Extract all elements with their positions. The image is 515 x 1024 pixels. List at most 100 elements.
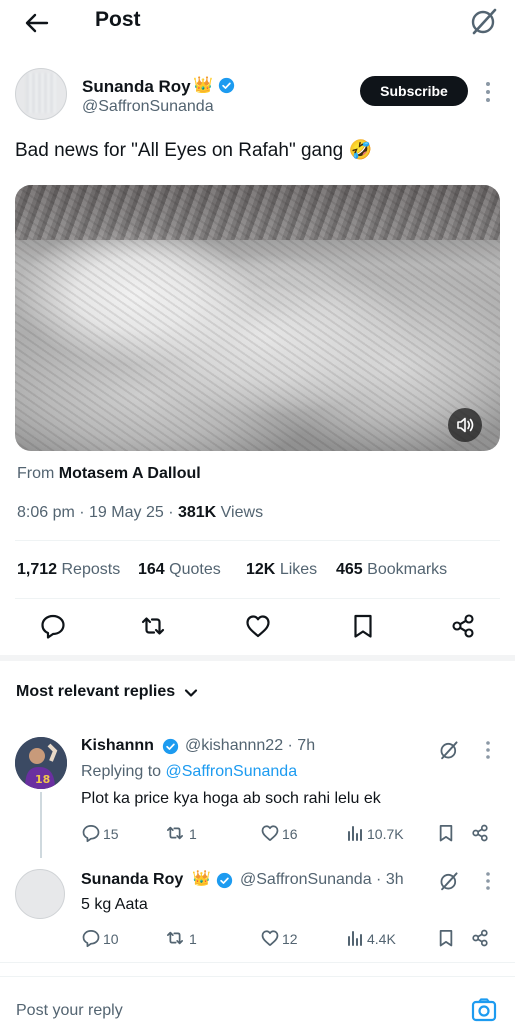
reply-author-name[interactable]: Sunanda Roy (81, 871, 183, 889)
repost-button[interactable] (139, 612, 167, 640)
analytics-icon (348, 931, 362, 946)
repost-icon (141, 617, 165, 635)
reposts-count: 1,712 (17, 561, 58, 578)
reply-button[interactable] (39, 612, 67, 640)
bookmark-button[interactable] (436, 928, 456, 948)
bookmarks-label: Bookmarks (367, 561, 448, 578)
video-texture (15, 185, 500, 451)
bookmark-icon (439, 824, 453, 842)
from-prefix: From (17, 465, 55, 482)
reply-input[interactable]: Post your reply (16, 1002, 123, 1020)
more-options-button[interactable] (484, 740, 492, 760)
crown-badge: 👑 (193, 77, 213, 94)
like-button[interactable] (244, 612, 272, 640)
reposts-stat[interactable]: 1,712 Reposts (17, 561, 120, 579)
grok-button[interactable] (438, 870, 460, 892)
replying-to: Replying to @SaffronSunanda (81, 763, 297, 781)
reply-text: 5 kg Aata (81, 896, 148, 913)
quotes-stat[interactable]: 164 Quotes (138, 561, 221, 579)
grok-button[interactable] (468, 5, 500, 37)
avatar-image: 18 (15, 737, 67, 789)
more-options-button[interactable] (484, 80, 492, 104)
share-icon (472, 824, 488, 842)
reply-author-name[interactable]: Kishannn (81, 737, 154, 755)
like-button[interactable] (260, 823, 280, 843)
source-attribution[interactable]: From Motasem A Dalloul (17, 465, 201, 483)
post-text: Bad news for "All Eyes on Rafah" gang 🤣 (15, 140, 373, 161)
back-button[interactable] (22, 8, 52, 38)
views-count: 10.7K (367, 826, 404, 842)
divider (0, 962, 515, 963)
share-button[interactable] (470, 823, 490, 843)
likes-count: 12K (246, 561, 276, 578)
post-date[interactable]: 19 May 25 (89, 504, 164, 521)
more-vertical-icon (486, 872, 490, 890)
divider (15, 540, 500, 541)
volume-button[interactable] (448, 408, 482, 442)
replies-sort-label[interactable]: Most relevant replies (16, 683, 175, 701)
divider (15, 598, 500, 599)
reply-text: Plot ka price kya hoga ab soch rahi lelu… (81, 790, 381, 807)
reply-button[interactable] (81, 928, 101, 948)
grok-button[interactable] (438, 739, 460, 761)
replies-sort-dropdown[interactable] (183, 685, 199, 701)
reply-count: 15 (103, 826, 119, 842)
reply-handle-time[interactable]: @kishannn22 · 7h (185, 737, 315, 755)
heart-icon (261, 930, 279, 946)
analytics-icon (348, 826, 362, 841)
bookmark-icon (354, 614, 372, 638)
page-title: Post (95, 8, 141, 31)
author-avatar[interactable] (15, 68, 67, 120)
views-button[interactable] (345, 823, 365, 843)
verified-badge-icon (216, 872, 233, 889)
reply-handle-time[interactable]: @SaffronSunanda · 3h (240, 871, 404, 889)
crown-badge: 👑 (192, 870, 211, 887)
bookmark-button[interactable] (349, 612, 377, 640)
post-video[interactable] (15, 185, 500, 451)
quotes-count: 164 (138, 561, 165, 578)
author-name[interactable]: Sunanda Roy (82, 77, 191, 97)
likes-stat[interactable]: 12K Likes (246, 561, 317, 579)
heart-icon (261, 825, 279, 841)
post-time[interactable]: 8:06 pm (17, 504, 75, 521)
views-count: 4.4K (367, 931, 396, 947)
more-vertical-icon (486, 82, 490, 102)
grok-icon (471, 8, 497, 35)
share-button[interactable] (449, 612, 477, 640)
more-options-button[interactable] (484, 871, 492, 891)
repost-button[interactable] (165, 928, 185, 948)
bookmark-icon (439, 929, 453, 947)
thread-connector (40, 792, 42, 858)
quotes-label: Quotes (169, 561, 221, 578)
replying-to-handle[interactable]: @SaffronSunanda (166, 763, 298, 780)
camera-button[interactable] (470, 998, 498, 1022)
like-count: 16 (282, 826, 298, 842)
replying-prefix: Replying to (81, 763, 162, 780)
reply-avatar[interactable]: 18 (15, 737, 67, 789)
reply-button[interactable] (81, 823, 101, 843)
views-count: 381K (177, 504, 217, 521)
views-label: Views (220, 504, 264, 521)
share-button[interactable] (470, 928, 490, 948)
arrow-left-icon (25, 13, 49, 33)
repost-icon (167, 826, 183, 840)
bookmark-button[interactable] (436, 823, 456, 843)
reply-avatar[interactable] (15, 869, 65, 919)
repost-icon (167, 931, 183, 945)
reply-count: 10 (103, 931, 119, 947)
repost-button[interactable] (165, 823, 185, 843)
reply-icon (41, 614, 65, 639)
subscribe-button[interactable]: Subscribe (360, 76, 468, 106)
reply-icon (82, 825, 100, 843)
source-name[interactable]: Motasem A Dalloul (59, 465, 201, 482)
repost-count: 1 (189, 826, 197, 842)
share-icon (452, 614, 474, 638)
views-button[interactable] (345, 928, 365, 948)
grok-icon (440, 872, 458, 891)
like-button[interactable] (260, 928, 280, 948)
author-handle[interactable]: @SaffronSunanda (82, 98, 214, 116)
camera-icon (471, 998, 497, 1022)
heart-icon (246, 615, 270, 638)
like-count: 12 (282, 931, 298, 947)
bookmarks-stat[interactable]: 465 Bookmarks (336, 561, 447, 579)
